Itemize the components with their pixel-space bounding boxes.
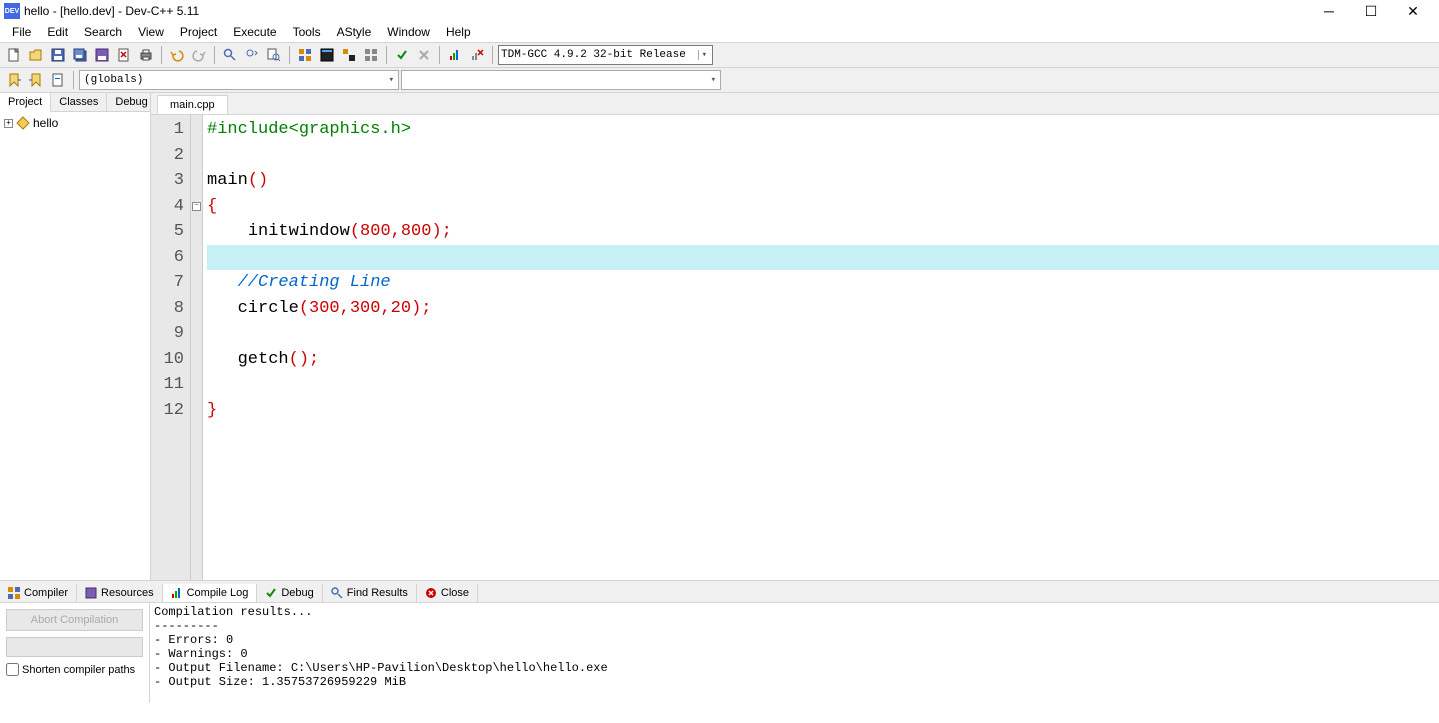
fold-gutter[interactable]: − — [191, 115, 203, 580]
bottom-tab-compile-log[interactable]: Compile Log — [163, 584, 258, 602]
goto-line-icon[interactable] — [48, 70, 68, 90]
sidebar-tab-project[interactable]: Project — [0, 93, 51, 112]
minimize-button[interactable]: ─ — [1317, 3, 1341, 20]
compiler-select-value: TDM-GCC 4.9.2 32-bit Release — [501, 49, 686, 61]
main-area: ProjectClassesDebug + hello main.cpp 123… — [0, 93, 1439, 580]
compile-log-controls: Abort Compilation Shorten compiler paths — [0, 603, 150, 703]
compiler-select[interactable]: TDM-GCC 4.9.2 32-bit Release ▾ — [498, 45, 713, 65]
project-icon — [16, 116, 30, 130]
expand-icon[interactable]: + — [4, 119, 13, 128]
delete-profile-icon[interactable] — [467, 45, 487, 65]
app-icon: DEV — [4, 3, 20, 19]
menu-file[interactable]: File — [4, 23, 39, 41]
undo-icon[interactable] — [167, 45, 187, 65]
sidebar-tab-debug[interactable]: Debug — [107, 93, 156, 111]
bottom-tab-label: Resources — [101, 587, 154, 599]
bottom-content: Abort Compilation Shorten compiler paths… — [0, 603, 1439, 703]
bottom-tabstrip: Compiler Resources Compile Log Debug Find Re… — [0, 581, 1439, 603]
redo-icon[interactable] — [189, 45, 209, 65]
project-tree-item[interactable]: + hello — [4, 116, 146, 130]
menu-astyle[interactable]: AStyle — [329, 23, 380, 41]
find-icon[interactable] — [220, 45, 240, 65]
bottom-tab-label: Compiler — [24, 587, 68, 599]
code-content[interactable]: #include<graphics.h>main(){ initwindow(8… — [203, 115, 1439, 580]
abort-compilation-button: Abort Compilation — [6, 609, 143, 631]
run-icon[interactable] — [317, 45, 337, 65]
shorten-paths-input[interactable] — [6, 663, 19, 676]
menubar: FileEditSearchViewProjectExecuteToolsASt… — [0, 22, 1439, 42]
chart-icon — [171, 587, 183, 599]
menu-execute[interactable]: Execute — [225, 23, 284, 41]
secondary-toolbar: (globals) ▾ ▾ — [0, 68, 1439, 93]
print-icon[interactable] — [136, 45, 156, 65]
bottom-tab-find-results[interactable]: Find Results — [323, 584, 417, 602]
stop-icon[interactable] — [414, 45, 434, 65]
save-all-icon[interactable] — [70, 45, 90, 65]
bottom-tab-label: Debug — [281, 587, 313, 599]
scope-select[interactable]: ▾ — [401, 70, 721, 90]
compile-icon[interactable] — [295, 45, 315, 65]
titlebar: DEV hello - [hello.dev] - Dev-C++ 5.11 ─… — [0, 0, 1439, 22]
sidebar-tabstrip: ProjectClassesDebug — [0, 93, 150, 112]
window-title: hello - [hello.dev] - Dev-C++ 5.11 — [24, 4, 1317, 18]
editor-tabstrip: main.cpp — [151, 93, 1439, 115]
find-in-files-icon[interactable] — [264, 45, 284, 65]
bottom-tab-label: Close — [441, 587, 469, 599]
debug-icon[interactable] — [392, 45, 412, 65]
line-number-gutter: 123456789101112 — [151, 115, 191, 580]
save-as-icon[interactable] — [92, 45, 112, 65]
editor-tab-main[interactable]: main.cpp — [157, 95, 228, 114]
placeholder-button — [6, 637, 143, 657]
menu-project[interactable]: Project — [172, 23, 225, 41]
profile-icon[interactable] — [445, 45, 465, 65]
menu-search[interactable]: Search — [76, 23, 130, 41]
bottom-tab-compiler[interactable]: Compiler — [0, 584, 77, 602]
close-icon — [425, 587, 437, 599]
chevron-down-icon: ▾ — [711, 75, 716, 85]
resources-icon — [85, 587, 97, 599]
chevron-down-icon: ▾ — [698, 50, 710, 60]
globals-value: (globals) — [84, 74, 143, 86]
maximize-button[interactable]: ☐ — [1359, 3, 1383, 20]
bottom-tab-label: Compile Log — [187, 587, 249, 599]
compile-run-icon[interactable] — [339, 45, 359, 65]
check-icon — [265, 587, 277, 599]
project-tree[interactable]: + hello — [0, 112, 150, 580]
open-icon[interactable] — [26, 45, 46, 65]
editor-area: main.cpp 123456789101112 − #include<grap… — [151, 93, 1439, 580]
main-toolbar: TDM-GCC 4.9.2 32-bit Release ▾ — [0, 42, 1439, 68]
shorten-paths-checkbox[interactable]: Shorten compiler paths — [6, 663, 143, 676]
goto-bookmark-icon[interactable] — [4, 70, 24, 90]
bottom-tab-resources[interactable]: Resources — [77, 584, 163, 602]
compile-log-output[interactable]: Compilation results... --------- - Error… — [150, 603, 1439, 703]
search-icon — [331, 587, 343, 599]
shorten-paths-label: Shorten compiler paths — [22, 664, 135, 676]
new-file-icon[interactable] — [4, 45, 24, 65]
bottom-tab-debug[interactable]: Debug — [257, 584, 322, 602]
rebuild-icon[interactable] — [361, 45, 381, 65]
menu-help[interactable]: Help — [438, 23, 479, 41]
replace-icon[interactable] — [242, 45, 262, 65]
bottom-panel: Compiler Resources Compile Log Debug Find Re… — [0, 580, 1439, 703]
save-icon[interactable] — [48, 45, 68, 65]
sidebar-tab-classes[interactable]: Classes — [51, 93, 107, 111]
code-editor[interactable]: 123456789101112 − #include<graphics.h>ma… — [151, 115, 1439, 580]
globals-select[interactable]: (globals) ▾ — [79, 70, 399, 90]
bottom-tab-label: Find Results — [347, 587, 408, 599]
close-button[interactable]: ✕ — [1401, 3, 1425, 20]
bottom-tab-close[interactable]: Close — [417, 584, 478, 602]
toggle-bookmark-icon[interactable] — [26, 70, 46, 90]
chevron-down-icon: ▾ — [389, 75, 394, 85]
project-name: hello — [33, 116, 58, 130]
menu-window[interactable]: Window — [379, 23, 438, 41]
sidebar: ProjectClassesDebug + hello — [0, 93, 151, 580]
menu-view[interactable]: View — [130, 23, 172, 41]
menu-tools[interactable]: Tools — [285, 23, 329, 41]
close-file-icon[interactable] — [114, 45, 134, 65]
menu-edit[interactable]: Edit — [39, 23, 76, 41]
grid-icon — [8, 587, 20, 599]
